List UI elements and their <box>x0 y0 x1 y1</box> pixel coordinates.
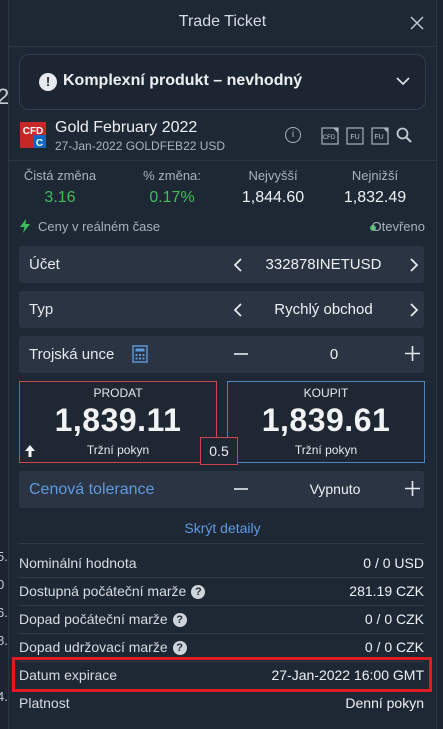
sell-price: 1,839.11 <box>54 402 182 438</box>
background-text: 8. <box>0 633 8 648</box>
type-value: Rychlý obchod <box>274 301 373 318</box>
account-label: Účet <box>29 256 60 273</box>
quantity-stepper: Trojská unce 0 <box>19 336 424 373</box>
market-status: Otevřeno <box>371 219 425 234</box>
background-text: 5. <box>0 549 8 564</box>
detail-label: Dopad počáteční marže? <box>19 611 187 627</box>
minus-icon[interactable] <box>233 481 249 497</box>
svg-text:C: C <box>36 138 43 148</box>
detail-row-validity: Platnost Denní pokyn <box>19 695 424 715</box>
detail-value: Denní pokyn <box>345 695 424 711</box>
fu-document-icon[interactable]: FU <box>346 127 364 145</box>
realtime-prices-label: Ceny v reálném čase <box>38 219 161 234</box>
trade-ticket-dialog: Trade Ticket ! Komplexní produkt – nevho… <box>8 0 437 729</box>
quantity-input[interactable]: 0 <box>309 346 359 363</box>
type-selector: Typ Rychlý obchod <box>19 291 424 328</box>
sell-order-type: Tržní pokyn <box>86 443 150 457</box>
account-value: 332878INETUSD <box>265 256 382 273</box>
background-text: 6. <box>0 605 8 620</box>
background-text: 0 <box>0 577 5 592</box>
buy-button[interactable]: KOUPIT 1,839.61 Tržní pokyn <box>227 381 425 463</box>
buy-price: 1,839.61 <box>261 402 391 438</box>
buy-label: KOUPIT <box>303 386 349 400</box>
quantity-label: Trojská unce <box>29 346 115 363</box>
svg-text:CFD: CFD <box>323 135 336 141</box>
detail-row-initial-margin-impact: Dopad počáteční marže? 0 / 0 CZK <box>19 611 424 631</box>
arrow-up-icon <box>25 445 35 457</box>
stat-net-change: Čistá změna 3.16 <box>15 168 105 207</box>
sell-label: PRODAT <box>93 386 143 400</box>
detail-row-maintenance-margin-impact: Dopad udržovací marže? 0 / 0 CZK <box>19 639 424 659</box>
detail-value: 0 / 0 CZK <box>364 639 424 655</box>
calculator-icon[interactable] <box>132 345 148 363</box>
chevron-right-icon[interactable] <box>409 302 419 318</box>
detail-value: 281.19 CZK <box>349 583 424 599</box>
stat-label: Nejnižší <box>351 168 399 183</box>
chevron-down-icon <box>396 77 410 86</box>
warning-text: Komplexní produkt – nevhodný <box>63 72 303 89</box>
price-tolerance-stepper: Cenová tolerance Vypnuto <box>19 471 424 508</box>
exclamation-icon: ! <box>39 73 57 91</box>
stat-value: 0.17% <box>149 189 195 206</box>
chevron-left-icon[interactable] <box>233 257 243 273</box>
stat-value: 1,844.60 <box>241 189 305 206</box>
dialog-title: Trade Ticket <box>178 13 267 30</box>
buy-order-type: Tržní pokyn <box>294 443 358 457</box>
detail-value: 0 / 0 CZK <box>364 611 424 627</box>
svg-text:FU: FU <box>350 134 359 141</box>
cfd-logo: CFD C <box>20 122 46 148</box>
plus-icon[interactable] <box>404 480 421 497</box>
stat-label: % změna: <box>143 168 201 183</box>
account-selector: Účet 332878INETUSD <box>19 246 424 283</box>
detail-label: Platnost <box>19 695 70 711</box>
detail-row-available-margin: Dostupná počáteční marže? 281.19 CZK <box>19 583 424 603</box>
close-icon[interactable] <box>408 14 426 32</box>
complex-product-warning-dropdown[interactable]: ! Komplexní produkt – nevhodný <box>19 54 426 110</box>
instrument-subtitle: 27-Jan-2022 GOLDFEB22 USD <box>55 139 226 153</box>
fu-document-icon-2[interactable]: FU <box>371 127 389 145</box>
instrument-toolbar: i CFD FU FU <box>285 127 420 145</box>
detail-label: Dopad udržovací marže? <box>19 639 187 655</box>
type-label: Typ <box>29 301 54 318</box>
stat-label: Nejvyšší <box>248 168 298 183</box>
stat-value: 1,832.49 <box>343 189 407 206</box>
chevron-left-icon[interactable] <box>233 302 243 318</box>
detail-row-notional: Nominální hodnota 0 / 0 USD <box>19 555 424 575</box>
price-statistics: Čistá změna 3.16 % změna: 0.17% Nejvyšší… <box>9 168 436 212</box>
lightning-icon <box>20 219 30 233</box>
divider <box>19 577 424 578</box>
price-tolerance-label[interactable]: Cenová tolerance <box>29 481 154 499</box>
info-icon[interactable]: i <box>285 127 301 143</box>
sell-button[interactable]: PRODAT 1,839.11 Tržní pokyn <box>19 381 217 463</box>
plus-icon[interactable] <box>404 345 421 362</box>
detail-label: Nominální hodnota <box>19 555 137 571</box>
stat-high: Nejvyšší 1,844.60 <box>228 168 318 207</box>
divider <box>19 605 424 606</box>
cfd-document-icon[interactable]: CFD <box>321 127 339 145</box>
divider <box>19 633 424 634</box>
stat-low: Nejnižší 1,832.49 <box>330 168 420 207</box>
highlight-annotation <box>12 657 432 692</box>
stat-value: 3.16 <box>44 189 76 206</box>
help-icon[interactable]: ? <box>172 613 187 627</box>
hide-details-link[interactable]: Skrýt detaily <box>9 520 436 536</box>
svg-text:FU: FU <box>374 134 383 141</box>
minus-icon[interactable] <box>233 346 249 362</box>
divider <box>9 160 436 161</box>
chevron-right-icon[interactable] <box>409 257 419 273</box>
search-icon[interactable] <box>396 127 412 143</box>
help-icon[interactable]: ? <box>191 585 206 599</box>
help-icon[interactable]: ? <box>172 641 187 655</box>
stat-percent-change: % změna: 0.17% <box>127 168 217 207</box>
instrument-name[interactable]: Gold February 2022 <box>55 119 197 137</box>
dialog-header: Trade Ticket <box>9 0 436 47</box>
background-text: 4. <box>0 689 8 704</box>
svg-text:CFD: CFD <box>23 126 44 137</box>
stat-label: Čistá změna <box>23 168 97 183</box>
detail-value: 0 / 0 USD <box>363 555 424 571</box>
divider <box>19 543 424 544</box>
price-tolerance-value: Vypnuto <box>309 481 361 497</box>
detail-label: Dostupná počáteční marže? <box>19 583 206 599</box>
spread-value: 0.5 <box>200 437 238 465</box>
